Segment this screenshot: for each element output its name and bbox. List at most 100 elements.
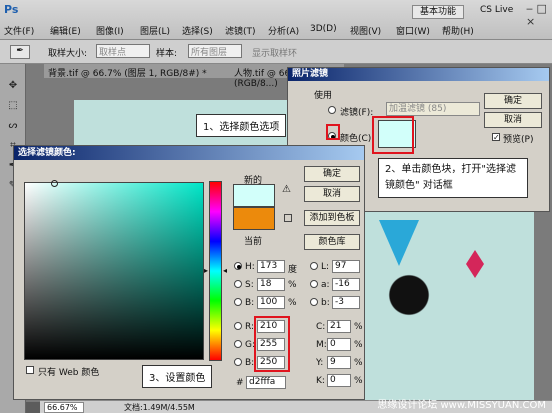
m-field[interactable]: 0 — [327, 338, 351, 351]
show-sampling-ring-checkbox[interactable]: 显示取样环 — [252, 46, 297, 59]
sample-size-select[interactable]: 取样点 — [96, 44, 150, 58]
filter-label: 滤镜(F): — [340, 108, 374, 118]
g-radio[interactable] — [234, 340, 242, 348]
c-label: C: — [316, 322, 326, 332]
color-picker-ok-button[interactable]: 确定 — [304, 166, 360, 182]
m-label: M: — [316, 340, 327, 350]
menu-filter[interactable]: 滤镜(T) — [225, 24, 256, 37]
sample-size-label: 取样大小: — [48, 49, 88, 59]
a-label: a: — [321, 280, 330, 290]
color-label: 颜色(C): — [340, 134, 375, 144]
tab-background-doc[interactable]: 背景.tif @ 66.7% (图层 1, RGB/8#) * — [48, 66, 207, 79]
sample-select[interactable]: 所有图层 — [188, 44, 242, 58]
a-radio[interactable] — [310, 280, 318, 288]
s-label: S: — [245, 280, 254, 290]
b-label: B: — [245, 298, 255, 308]
menu-bar: Ps 基本功能 CS Live ‒ □ × 文件(F) 编辑(E) 图像(I) … — [0, 0, 552, 40]
menu-image[interactable]: 图像(I) — [96, 24, 124, 37]
s-field[interactable]: 18 — [257, 278, 285, 291]
menu-window[interactable]: 窗口(W) — [396, 24, 430, 37]
m-unit: % — [354, 340, 363, 350]
use-group-label: 使用 — [314, 91, 333, 101]
r-radio[interactable] — [234, 322, 242, 330]
marquee-tool-icon[interactable]: ⬚ — [4, 100, 22, 114]
workspace-button[interactable]: 基本功能 — [412, 5, 464, 19]
cs-live-button[interactable]: CS Live — [480, 5, 513, 15]
rgb-highlight-box — [254, 316, 290, 372]
b-field[interactable]: 100 — [257, 296, 285, 309]
hue-slider-handle-left[interactable]: ▸ — [204, 266, 208, 275]
menu-help[interactable]: 帮助(H) — [442, 24, 474, 37]
color-field-cursor[interactable] — [51, 180, 58, 187]
blue-label: B: — [245, 358, 255, 368]
hex-label: # — [236, 378, 244, 388]
photoshop-logo: Ps — [4, 3, 19, 16]
filter-radio[interactable] — [328, 106, 336, 114]
out-of-gamut-warning-icon[interactable]: ⚠ — [282, 184, 291, 195]
menu-layer[interactable]: 图层(L) — [140, 24, 170, 37]
preview-label: 预览(P) — [503, 135, 534, 145]
lasso-tool-icon[interactable]: ᔕ — [4, 120, 22, 134]
k-label: K: — [316, 376, 325, 386]
lab-b-field[interactable]: -3 — [332, 296, 360, 309]
b-radio[interactable] — [234, 298, 242, 306]
c-field[interactable]: 21 — [327, 320, 351, 333]
current-color-swatch[interactable] — [233, 207, 275, 230]
menu-file[interactable]: 文件(F) — [4, 24, 34, 37]
photo-filter-ok-button[interactable]: 确定 — [484, 93, 542, 109]
l-field[interactable]: 97 — [332, 260, 360, 273]
current-color-label: 当前 — [244, 237, 263, 247]
menu-view[interactable]: 视图(V) — [350, 24, 381, 37]
photo-filter-title: 照片滤镜 — [288, 68, 549, 81]
h-radio[interactable] — [234, 262, 242, 270]
l-label: L: — [321, 262, 330, 272]
y-label: Y: — [316, 358, 324, 368]
s-unit: % — [288, 280, 297, 290]
web-only-label: 只有 Web 颜色 — [38, 368, 100, 378]
web-safe-cube-icon[interactable] — [284, 214, 292, 222]
add-to-swatches-button[interactable]: 添加到色板 — [304, 210, 360, 226]
color-field[interactable] — [24, 180, 204, 360]
menu-3d[interactable]: 3D(D) — [310, 24, 337, 34]
k-unit: % — [354, 376, 363, 386]
s-radio[interactable] — [234, 280, 242, 288]
menu-select[interactable]: 选择(S) — [182, 24, 213, 37]
filter-select[interactable]: 加温滤镜 (85) — [386, 102, 480, 116]
preview-checkbox[interactable]: ✓ — [492, 133, 500, 142]
b-unit: % — [288, 298, 297, 308]
move-tool-icon[interactable]: ✥ — [4, 80, 22, 94]
k-field[interactable]: 0 — [327, 374, 351, 387]
c-unit: % — [354, 322, 363, 332]
menu-edit[interactable]: 编辑(E) — [50, 24, 81, 37]
callout-step-1: 1、选择颜色选项 — [196, 114, 287, 137]
a-field[interactable]: -16 — [332, 278, 360, 291]
hue-slider-handle-right[interactable]: ◂ — [223, 266, 227, 275]
color-libraries-button[interactable]: 颜色库 — [304, 234, 360, 250]
callout-step-3: 3、设置颜色 — [142, 365, 213, 388]
color-radio-highlight-box — [326, 124, 340, 140]
eyedropper-preset-icon[interactable]: ✒ — [10, 45, 30, 59]
photo-filter-cancel-button[interactable]: 取消 — [484, 112, 542, 128]
h-field[interactable]: 173 — [257, 260, 285, 273]
window-controls[interactable]: ‒ □ × — [526, 2, 550, 28]
lab-b-radio[interactable] — [310, 298, 318, 306]
hue-slider[interactable] — [209, 181, 222, 361]
hex-field[interactable]: d2fffa — [246, 376, 286, 389]
web-only-checkbox[interactable] — [26, 366, 34, 374]
blue-radio[interactable] — [234, 358, 242, 366]
y-field[interactable]: 9 — [327, 356, 351, 369]
zoom-level[interactable]: 66.67% — [44, 402, 84, 413]
h-label: H: — [245, 262, 255, 272]
color-picker-cancel-button[interactable]: 取消 — [304, 186, 360, 202]
h-unit: 度 — [288, 265, 298, 275]
menu-analysis[interactable]: 分析(A) — [268, 24, 299, 37]
color-picker-dialog: 选择滤镜颜色: ▸ ◂ 新的 当前 ⚠ 确定 取消 添加到色板 颜色库 H: 1… — [13, 145, 365, 400]
y-unit: % — [354, 358, 363, 368]
lab-b-label: b: — [321, 298, 330, 308]
doc-size: 文档:1.49M/4.55M — [124, 403, 195, 412]
r-label: R: — [245, 322, 255, 332]
options-bar: ✒ 取样大小: 取样点 样本: 所有图层 显示取样环 — [0, 40, 552, 64]
l-radio[interactable] — [310, 262, 318, 270]
pink-diamond-shape — [466, 250, 484, 278]
swatch-highlight-box — [372, 116, 414, 154]
